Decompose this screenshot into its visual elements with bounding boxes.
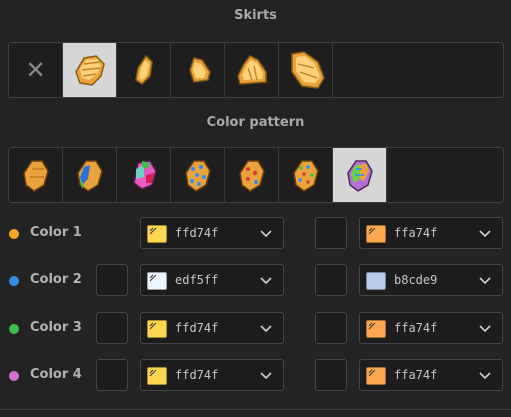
chevron-down-icon [260, 230, 272, 238]
color-swatch [366, 225, 386, 243]
divider [0, 409, 511, 410]
pen-mark-icon [368, 227, 376, 235]
color-2-dot [9, 276, 19, 286]
hex-value: ffd74f [175, 321, 219, 335]
color-1-secondary-checkbox[interactable] [315, 217, 347, 249]
color-row-1: Color 1 ffd74f ffa74f [0, 217, 511, 251]
color-3-dot [9, 324, 19, 334]
color-swatch [366, 320, 386, 338]
skirt-2-icon [134, 54, 153, 85]
color-2-primary-checkbox[interactable] [96, 264, 128, 296]
color-row-3: Color 3 ffd74f ffa74f [0, 312, 511, 346]
color-swatch [147, 367, 167, 385]
skirt-none-tile[interactable]: ✕ [9, 43, 63, 97]
chevron-down-icon [260, 372, 272, 380]
hex-value: b8cde9 [394, 273, 438, 287]
pattern-7-icon [346, 160, 373, 192]
skirt-tile-5[interactable] [279, 43, 333, 97]
pen-mark-icon [368, 369, 376, 377]
color-3-secondary-checkbox[interactable] [315, 312, 347, 344]
color-swatch [147, 320, 167, 338]
pattern-4-icon [184, 160, 211, 192]
chevron-down-icon [479, 230, 491, 238]
color-4-primary-picker[interactable]: ffd74f [140, 359, 284, 391]
color-1-dot [9, 229, 19, 239]
color-swatch [366, 272, 386, 290]
color-2-secondary-checkbox[interactable] [315, 264, 347, 296]
pattern-1-icon [22, 160, 49, 192]
skirt-tile-1[interactable] [63, 43, 117, 97]
color-row-4: Color 4 ffd74f ffa74f [0, 359, 511, 393]
pattern-tile-3[interactable] [117, 148, 171, 202]
skirt-tile-3[interactable] [171, 43, 225, 97]
hex-value: edf5ff [175, 273, 219, 287]
skirts-title: Skirts [234, 8, 277, 23]
chevron-down-icon [479, 372, 491, 380]
pen-mark-icon [149, 227, 157, 235]
pattern-6-icon [292, 160, 319, 192]
close-icon: ✕ [25, 56, 46, 84]
skirt-4-icon [236, 55, 267, 85]
color-4-secondary-picker[interactable]: ffa74f [359, 359, 503, 391]
color-3-secondary-picker[interactable]: ffa74f [359, 312, 503, 344]
hex-value: ffd74f [175, 226, 219, 240]
color-1-primary-picker[interactable]: ffd74f [140, 217, 284, 249]
chevron-down-icon [260, 277, 272, 285]
pattern-3-icon [132, 160, 157, 190]
color-3-primary-checkbox[interactable] [96, 312, 128, 344]
hex-value: ffa74f [394, 321, 438, 335]
chevron-down-icon [479, 277, 491, 285]
color-4-dot [9, 371, 19, 381]
pattern-5-icon [238, 160, 265, 192]
pattern-tile-6[interactable] [279, 148, 333, 202]
pattern-tile-7[interactable] [333, 148, 387, 202]
color-row-2: Color 2 edf5ff b8cde9 [0, 264, 511, 298]
hex-value: ffa74f [394, 368, 438, 382]
color-3-primary-picker[interactable]: ffd74f [140, 312, 284, 344]
color-swatch [366, 367, 386, 385]
color-pattern-title: Color pattern [206, 115, 305, 130]
hex-value: ffd74f [175, 368, 219, 382]
color-2-primary-picker[interactable]: edf5ff [140, 264, 284, 296]
pattern-2-icon [76, 160, 103, 192]
pen-mark-icon [368, 322, 376, 330]
skirt-3-icon [188, 57, 211, 83]
color-1-secondary-picker[interactable]: ffa74f [359, 217, 503, 249]
pattern-tile-2[interactable] [63, 148, 117, 202]
color-pattern-options [8, 147, 504, 203]
color-1-label: Color 1 [30, 225, 82, 240]
color-swatch [147, 272, 167, 290]
skirt-tile-2[interactable] [117, 43, 171, 97]
color-3-label: Color 3 [30, 320, 82, 335]
pattern-tile-4[interactable] [171, 148, 225, 202]
pen-mark-icon [149, 274, 157, 282]
pen-mark-icon [149, 322, 157, 330]
pattern-tile-1[interactable] [9, 148, 63, 202]
color-4-label: Color 4 [30, 367, 82, 382]
color-swatch [147, 225, 167, 243]
skirt-tile-4[interactable] [225, 43, 279, 97]
color-2-secondary-picker[interactable]: b8cde9 [359, 264, 503, 296]
color-4-primary-checkbox[interactable] [96, 359, 128, 391]
chevron-down-icon [479, 325, 491, 333]
color-4-secondary-checkbox[interactable] [315, 359, 347, 391]
pen-mark-icon [149, 369, 157, 377]
skirt-5-icon [290, 51, 325, 89]
color-2-label: Color 2 [30, 272, 82, 287]
chevron-down-icon [260, 325, 272, 333]
skirt-1-icon [74, 55, 105, 86]
pattern-tile-5[interactable] [225, 148, 279, 202]
hex-value: ffa74f [394, 226, 438, 240]
skirt-options: ✕ [8, 42, 504, 98]
